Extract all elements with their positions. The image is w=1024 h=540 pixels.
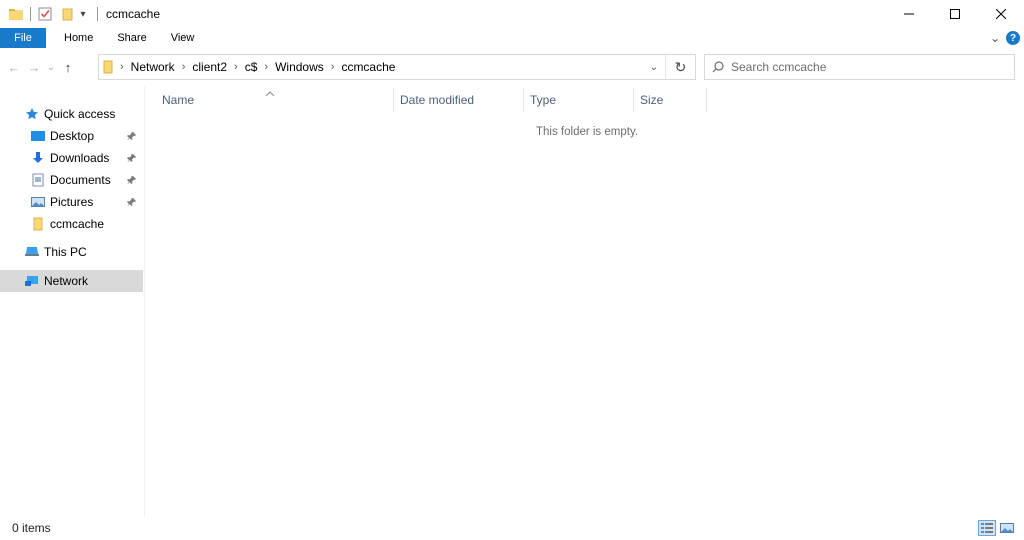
breadcrumb-c-share[interactable]: c$	[245, 60, 258, 74]
breadcrumb-windows[interactable]: Windows	[275, 60, 324, 74]
breadcrumb-separator[interactable]: ›	[182, 61, 186, 73]
folder-icon	[103, 60, 113, 74]
pin-icon[interactable]	[127, 174, 137, 188]
sidebar-item-desktop[interactable]: Desktop	[0, 125, 143, 147]
sidebar-item-label: Documents	[50, 173, 111, 187]
navigation-pane: Quick access Desktop Downloads Documents	[0, 86, 145, 516]
up-button[interactable]: ↑	[58, 55, 78, 79]
sidebar-item-label: This PC	[44, 245, 87, 259]
pin-icon[interactable]	[127, 130, 137, 144]
column-header-label: Type	[530, 93, 557, 107]
status-bar: 0 items	[0, 516, 1024, 540]
details-view-button[interactable]	[978, 520, 996, 536]
sidebar-item-label: ccmcache	[50, 217, 105, 231]
address-history-dropdown[interactable]: ⌄	[643, 62, 665, 73]
empty-folder-message: This folder is empty.	[536, 126, 639, 138]
customize-dropdown-icon[interactable]: ▾	[75, 6, 91, 22]
item-count: 0 items	[12, 521, 51, 535]
search-input[interactable]	[731, 60, 1001, 74]
address-bar[interactable]: › Network › client2 › c$ › Windows › ccm…	[98, 54, 696, 80]
refresh-button[interactable]: ↻	[665, 55, 695, 79]
column-headers: Name Date modified Type Size	[146, 88, 707, 112]
star-icon	[24, 106, 40, 122]
document-icon	[30, 172, 46, 188]
breadcrumb-separator[interactable]: ›	[264, 61, 268, 73]
pictures-icon	[30, 194, 46, 210]
close-button[interactable]	[978, 0, 1024, 28]
details-view-icon	[981, 523, 993, 533]
sidebar-item-this-pc[interactable]: This PC	[0, 241, 143, 263]
large-icons-view-button[interactable]	[998, 520, 1016, 536]
column-header-name[interactable]: Name	[146, 88, 394, 112]
column-header-date-modified[interactable]: Date modified	[394, 88, 524, 112]
address-bar-controls: ⌄ ↻	[643, 55, 695, 79]
sidebar-item-network[interactable]: Network	[0, 270, 143, 292]
new-folder-icon[interactable]	[59, 6, 75, 22]
folder-icon	[30, 216, 46, 232]
column-header-type[interactable]: Type	[524, 88, 634, 112]
sidebar-item-label: Quick access	[44, 107, 116, 121]
breadcrumb-client2[interactable]: client2	[192, 60, 227, 74]
window-controls	[886, 0, 1024, 28]
sidebar-item-label: Downloads	[50, 151, 110, 165]
minimize-button[interactable]	[886, 0, 932, 28]
sidebar-item-pictures[interactable]: Pictures	[0, 191, 143, 213]
breadcrumb-separator[interactable]: ›	[234, 61, 238, 73]
pin-icon[interactable]	[127, 196, 137, 210]
maximize-button[interactable]	[932, 0, 978, 28]
column-header-label: Name	[162, 93, 195, 107]
tab-file[interactable]: File	[0, 28, 46, 48]
desktop-icon	[30, 128, 46, 144]
sidebar-item-documents[interactable]: Documents	[0, 169, 143, 191]
network-icon	[24, 273, 40, 289]
window-title: ccmcache	[106, 7, 161, 21]
breadcrumb-separator: ›	[120, 61, 124, 73]
breadcrumb: › Network › client2 › c$ › Windows › ccm…	[99, 55, 395, 79]
close-icon	[996, 9, 1006, 19]
sidebar-item-downloads[interactable]: Downloads	[0, 147, 143, 169]
breadcrumb-ccmcache[interactable]: ccmcache	[341, 60, 395, 74]
sidebar-item-label: Network	[44, 274, 89, 288]
title-divider	[97, 7, 98, 21]
navigation-bar: ← → ⌄ ↑ › Network › client2 › c$ › Windo…	[0, 48, 1024, 86]
breadcrumb-separator[interactable]: ›	[331, 61, 335, 73]
ribbon-right-controls: ⌄ ?	[990, 28, 1020, 48]
sidebar-item-label: Pictures	[50, 195, 94, 209]
sort-ascending-icon	[265, 85, 274, 99]
tab-home[interactable]: Home	[52, 28, 105, 48]
column-header-label: Size	[640, 93, 664, 107]
folder-icon	[8, 6, 24, 22]
help-icon[interactable]: ?	[1006, 31, 1020, 45]
sidebar-item-label: Desktop	[50, 129, 95, 143]
search-icon	[705, 61, 731, 73]
tab-share[interactable]: Share	[105, 28, 158, 48]
column-header-label: Date modified	[400, 93, 475, 107]
column-header-size[interactable]: Size	[634, 88, 707, 112]
computer-icon	[24, 244, 40, 260]
download-icon	[30, 150, 46, 166]
view-toggle	[978, 520, 1016, 536]
pin-icon[interactable]	[127, 152, 137, 166]
breadcrumb-network[interactable]: Network	[131, 60, 175, 74]
minimize-icon	[904, 13, 914, 15]
large-icons-view-icon	[1000, 523, 1014, 533]
maximize-icon	[950, 9, 960, 19]
quick-access-toolbar: ▾ ccmcache	[0, 0, 160, 28]
recent-locations-button[interactable]: ⌄	[44, 55, 58, 79]
toolbar-divider	[30, 7, 31, 21]
tab-view[interactable]: View	[159, 28, 207, 48]
title-bar: ▾ ccmcache	[0, 0, 1024, 28]
properties-icon[interactable]	[37, 6, 53, 22]
ribbon-tabs: File Home Share View ⌄ ?	[0, 28, 1024, 48]
sidebar-item-quick-access[interactable]: Quick access	[0, 103, 143, 125]
expand-ribbon-icon[interactable]: ⌄	[990, 31, 1000, 45]
forward-button[interactable]: →	[24, 55, 44, 79]
search-box[interactable]	[704, 54, 1015, 80]
back-button[interactable]: ←	[4, 55, 24, 79]
sidebar-item-ccmcache[interactable]: ccmcache	[0, 213, 143, 235]
